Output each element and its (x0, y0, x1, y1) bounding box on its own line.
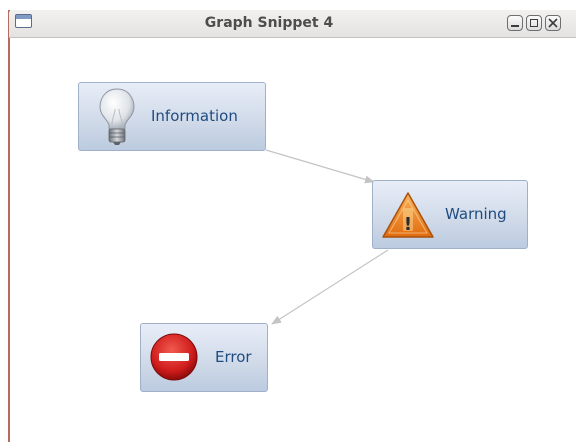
graph-canvas[interactable]: Information ! Warning Error (10, 38, 576, 442)
node-information[interactable]: Information (78, 82, 266, 151)
maximize-button[interactable] (526, 15, 542, 31)
lightbulb-icon (99, 88, 135, 145)
svg-text:!: ! (404, 214, 412, 235)
close-icon (548, 18, 558, 28)
node-error[interactable]: Error (140, 323, 268, 392)
node-warning[interactable]: ! Warning (372, 180, 528, 249)
title-bar[interactable]: Graph Snippet 4 (9, 10, 576, 38)
node-label-warning: Warning (445, 205, 507, 223)
graph-snippet-window: Graph Snippet 4 Information ! Warning Er… (0, 0, 576, 442)
minimize-button[interactable] (507, 15, 523, 31)
error-stop-icon (150, 333, 198, 381)
close-button[interactable] (545, 15, 561, 31)
warning-triangle-icon: ! (382, 192, 434, 238)
node-label-information: Information (151, 107, 238, 125)
edge-warning-error[interactable] (271, 249, 389, 325)
edge-information-warning[interactable] (265, 149, 375, 184)
window-title: Graph Snippet 4 (204, 15, 334, 31)
node-label-error: Error (215, 348, 252, 366)
